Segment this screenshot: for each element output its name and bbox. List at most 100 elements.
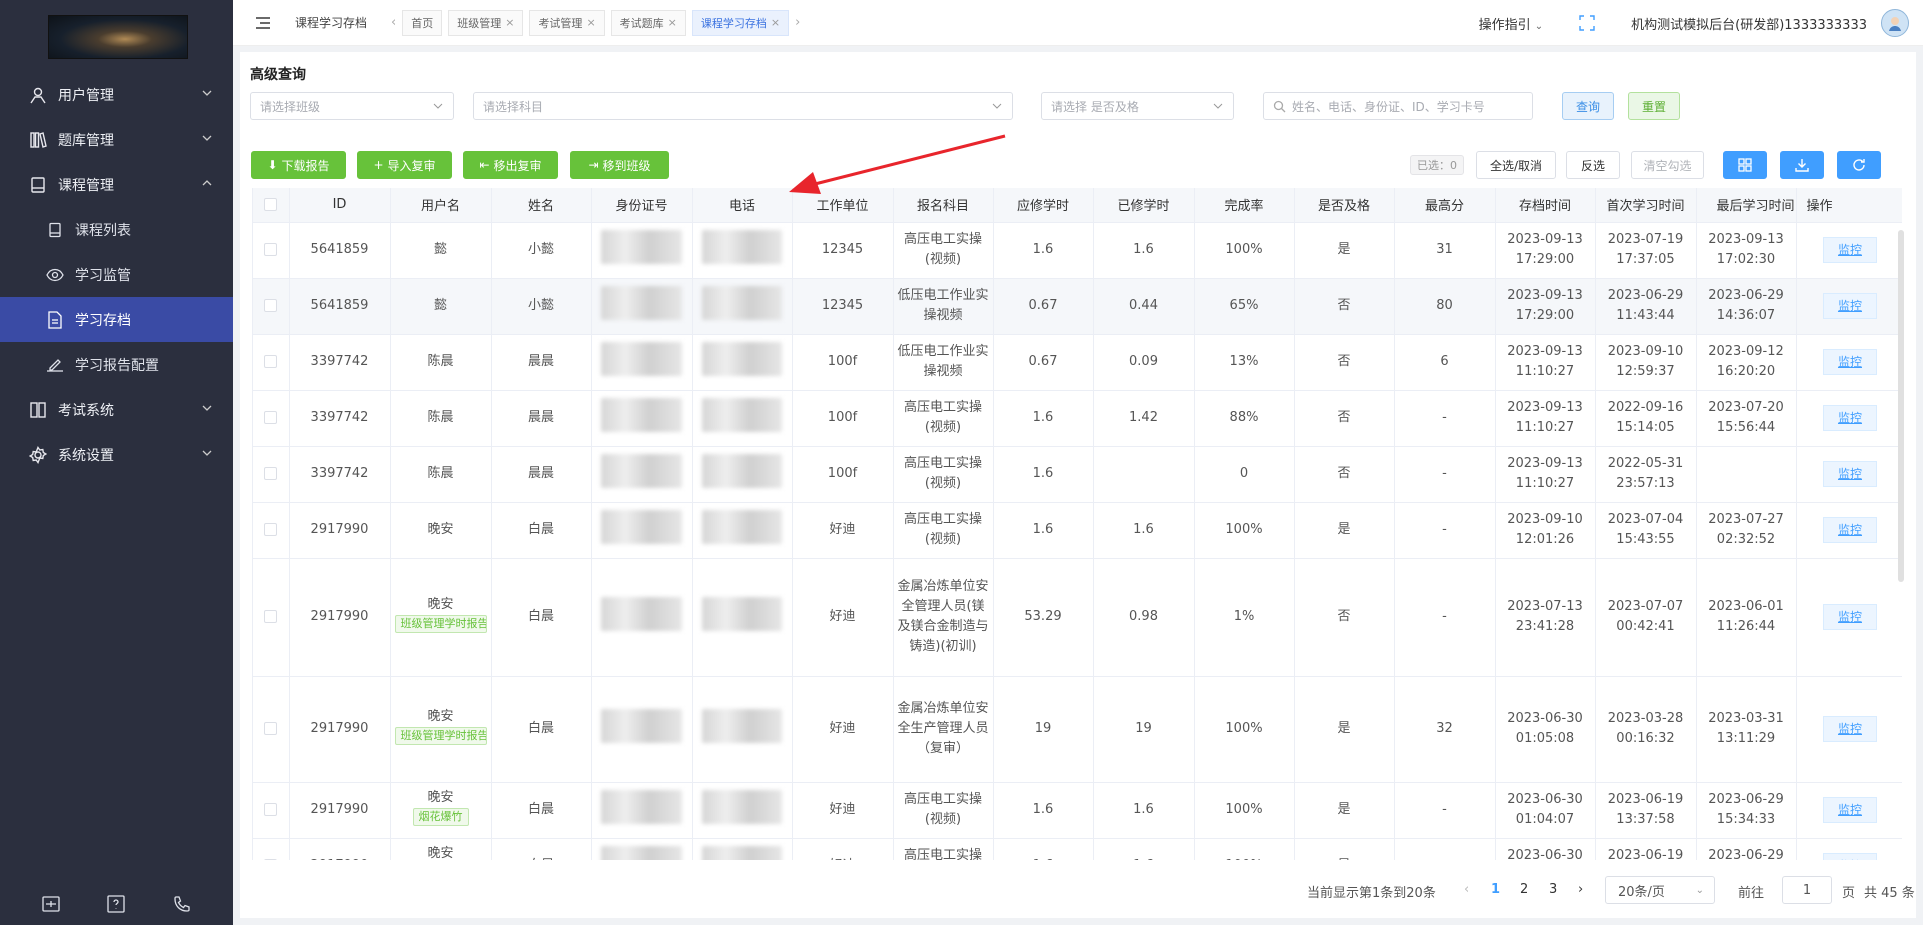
sidebar-item-question-bank[interactable]: 题库管理 [0, 117, 233, 162]
checkbox[interactable] [264, 198, 278, 212]
close-icon[interactable]: × [668, 16, 677, 29]
sidebar-item-system-settings[interactable]: 系统设置 [0, 432, 233, 477]
select-all-button[interactable]: 全选/取消 [1476, 151, 1556, 179]
checkbox[interactable] [264, 722, 278, 735]
monitor-button[interactable]: 监控 [1822, 405, 1877, 431]
monitor-button[interactable]: 监控 [1822, 461, 1877, 487]
pass-select[interactable]: 请选择 是否及格 [1041, 92, 1234, 120]
monitor-button[interactable]: 监控 [1822, 716, 1877, 742]
sidebar-item-report-config[interactable]: 学习报告配置 [0, 342, 233, 387]
sidebar-item-course-list[interactable]: 课程列表 [0, 207, 233, 252]
sidebar-item-learning-archive[interactable]: 学习存档 [0, 297, 233, 342]
table-scrollbar[interactable] [1898, 230, 1904, 582]
cell-checkbox[interactable] [253, 446, 290, 503]
tabs-prev-icon[interactable]: ‹ [391, 15, 396, 30]
tab-learning-archive[interactable]: 课程学习存档 × [691, 9, 790, 36]
page-3[interactable]: 3 [1549, 882, 1557, 897]
class-select[interactable]: 请选择班级 [250, 92, 454, 120]
tab-exam-management[interactable]: 考试管理 × [529, 9, 605, 36]
import-review-button[interactable]: + 导入复审 [357, 151, 452, 179]
monitor-button[interactable]: 监控 [1822, 604, 1877, 630]
next-page-icon[interactable]: › [1578, 882, 1583, 897]
cell-id: 5641859 [289, 278, 391, 335]
keyboard-icon[interactable] [40, 893, 62, 915]
cell-checkbox[interactable] [253, 676, 290, 783]
cell-checkbox[interactable] [253, 502, 290, 559]
cell-subject-text: 高压电工实操(视频) [903, 848, 982, 860]
cell-max-score: - [1394, 390, 1496, 447]
sidebar-item-user-management[interactable]: 用户管理 [0, 72, 233, 117]
export-button[interactable] [1780, 151, 1824, 179]
checkbox[interactable] [264, 803, 278, 816]
sidebar-item-exam-system[interactable]: 考试系统 [0, 387, 233, 432]
cell-completion-rate-text: 100% [1225, 721, 1263, 736]
fullscreen-icon[interactable] [1579, 15, 1595, 31]
page-number-input[interactable]: 1 [1782, 876, 1832, 904]
tabs-next-icon[interactable]: › [795, 15, 800, 30]
checkbox[interactable] [264, 355, 278, 368]
tab-exam-bank[interactable]: 考试题库 × [610, 9, 686, 36]
download-label: 下载报告 [281, 158, 330, 173]
monitor-button[interactable]: 监控 [1822, 293, 1877, 319]
cell-completion-rate-text: 100% [1225, 802, 1263, 817]
monitor-button[interactable]: 监控 [1822, 349, 1877, 375]
remove-review-button[interactable]: ⇤ 移出复审 [463, 151, 558, 179]
page-1[interactable]: 1 [1491, 882, 1500, 897]
cell-checkbox[interactable] [253, 558, 290, 677]
checkbox[interactable] [264, 243, 278, 256]
query-button[interactable]: 查询 [1562, 92, 1614, 120]
close-icon[interactable]: × [505, 16, 514, 29]
cell-checkbox[interactable] [253, 782, 290, 839]
checkbox[interactable] [264, 523, 278, 536]
phone-icon[interactable] [171, 893, 193, 915]
move-to-class-button[interactable]: ⇥ 移到班级 [570, 151, 669, 179]
download-report-button[interactable]: ⬇ 下载报告 [251, 151, 346, 179]
cell-archive-time: 2023-09-13 11:10:27 [1495, 446, 1596, 503]
page-2[interactable]: 2 [1520, 882, 1528, 897]
search-input[interactable]: 姓名、电话、身份证、ID、学习卡号 [1263, 92, 1533, 120]
monitor-button[interactable]: 监控 [1822, 517, 1877, 543]
page-size-select[interactable]: 20条/页 ⌄ [1605, 876, 1715, 904]
checkbox[interactable] [264, 411, 278, 424]
cell-name-text: 小懿 [527, 298, 554, 313]
invert-selection-button[interactable]: 反选 [1566, 151, 1620, 179]
cell-checkbox[interactable] [253, 390, 290, 447]
monitor-button[interactable]: 监控 [1822, 797, 1877, 823]
menu-toggle-icon[interactable] [253, 13, 273, 33]
header-checkbox[interactable] [253, 188, 290, 223]
avatar[interactable] [1881, 9, 1909, 37]
cell-checkbox[interactable] [253, 222, 290, 279]
redacted-block [701, 789, 783, 824]
monitor-button[interactable]: 监控 [1822, 853, 1877, 860]
clear-selection-button[interactable]: 清空勾选 [1631, 151, 1704, 179]
cell-checkbox[interactable] [253, 334, 290, 391]
reset-button[interactable]: 重置 [1628, 92, 1680, 120]
col-header: 是否及格 [1294, 188, 1395, 223]
sidebar-item-course-management[interactable]: 课程管理 [0, 162, 233, 207]
close-icon[interactable]: × [586, 16, 595, 29]
help-icon[interactable] [105, 893, 127, 915]
cell-checkbox[interactable] [253, 278, 290, 335]
cell-checkbox[interactable] [253, 838, 290, 860]
checkbox[interactable] [264, 610, 278, 623]
tab-class-management[interactable]: 班级管理 × [448, 9, 524, 36]
checkbox[interactable] [264, 299, 278, 312]
close-icon[interactable]: × [771, 16, 780, 29]
table-row: 2917990 晚安烟花爆竹白晨 好迪 高压电工实操(视频) 1.6 1.6 100% 是 - 2… [253, 838, 1902, 860]
cell-last-time-text: 2023-06-29 15:34:33 [1708, 792, 1784, 827]
pagination: 当前显示第1条到20条 ‹ 1 2 3 › 20条/页 ⌄ 前往 1 页 共 45… [240, 870, 1916, 910]
refresh-button[interactable] [1837, 151, 1881, 179]
checkbox[interactable] [264, 467, 278, 480]
guide-dropdown[interactable]: 操作指引 ⌄ [1479, 14, 1544, 33]
subject-select[interactable]: 请选择科目 [473, 92, 1013, 120]
header-right: 操作指引 ⌄ 机构测试模拟后台(研发部)1333333333 [1479, 0, 1909, 46]
redacted-block [701, 397, 783, 432]
cell-last-time-text: 2023-06-29 15:34:33 [1708, 848, 1784, 860]
tab-home[interactable]: 首页 [402, 9, 443, 36]
grid-view-button[interactable] [1723, 151, 1767, 179]
prev-page-icon[interactable]: ‹ [1464, 882, 1469, 897]
sidebar-item-learning-supervision[interactable]: 学习监管 [0, 252, 233, 297]
checkbox[interactable] [264, 859, 278, 860]
monitor-button[interactable]: 监控 [1822, 237, 1877, 263]
cell-max-score-text: 31 [1436, 242, 1453, 257]
